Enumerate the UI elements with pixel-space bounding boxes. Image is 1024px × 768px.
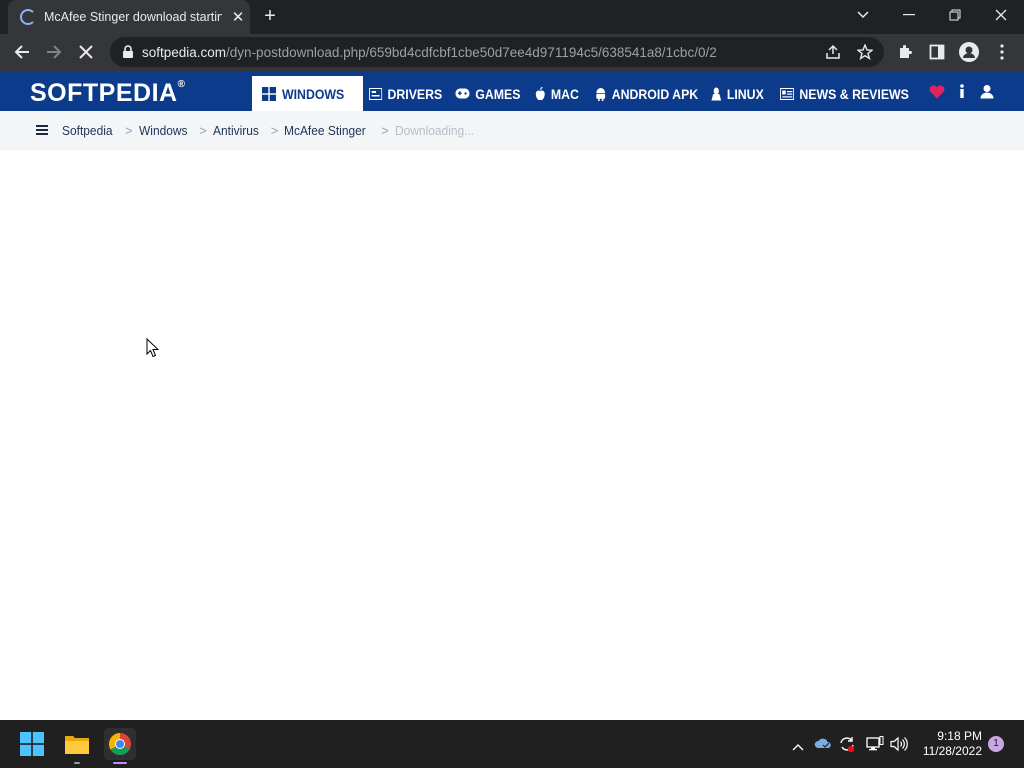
side-panel-icon[interactable] [922, 37, 952, 67]
onedrive-cloud-icon[interactable] [814, 736, 832, 755]
clock-time: 9:18 PM [937, 729, 982, 743]
breadcrumb-mcafee-stinger[interactable]: McAfee Stinger [284, 123, 366, 138]
nav-news-reviews[interactable]: NEWS & REVIEWS [780, 76, 909, 111]
linux-icon [711, 87, 722, 100]
chrome-taskbar-icon[interactable] [104, 728, 136, 760]
nav-news-reviews-label: NEWS & REVIEWS [799, 85, 909, 102]
nav-windows[interactable]: WINDOWS [252, 76, 363, 111]
menu-kebab-icon[interactable] [987, 37, 1017, 67]
close-window-button[interactable] [978, 0, 1024, 30]
breadcrumb: Softpedia > Windows > Antivirus > McAfee… [62, 123, 481, 138]
hamburger-menu-icon[interactable] [36, 125, 48, 135]
loading-spinner-icon [20, 9, 36, 25]
forward-arrow-icon[interactable] [39, 37, 69, 67]
mouse-cursor-icon [146, 338, 160, 358]
restore-button[interactable] [932, 0, 978, 30]
nav-mac-label: MAC [550, 85, 579, 102]
stop-loading-icon[interactable] [71, 37, 101, 67]
lock-icon[interactable] [122, 45, 134, 59]
extensions-puzzle-icon[interactable] [890, 37, 920, 67]
nav-windows-label: WINDOWS [282, 85, 345, 102]
info-icon[interactable] [958, 84, 966, 104]
nav-mac[interactable]: MAC [535, 76, 579, 111]
tab-title: McAfee Stinger download startin [44, 10, 222, 24]
breadcrumb-windows[interactable]: Windows [139, 123, 188, 138]
windows-icon [262, 86, 276, 101]
profile-avatar-icon[interactable] [954, 37, 984, 67]
breadcrumb-separator: > [124, 123, 133, 138]
apple-icon [535, 86, 545, 100]
bookmark-star-icon[interactable] [850, 37, 880, 67]
minimize-button[interactable] [886, 0, 932, 30]
nav-linux[interactable]: LINUX [711, 76, 764, 111]
nav-android-apk[interactable]: ANDROID APK [595, 76, 698, 111]
android-icon [596, 87, 606, 101]
volume-speaker-icon[interactable] [890, 736, 908, 757]
breadcrumb-antivirus[interactable]: Antivirus [213, 123, 259, 138]
tray-chevron-up-icon[interactable] [792, 738, 804, 756]
notification-badge[interactable]: 1 [988, 736, 1004, 752]
softpedia-logo[interactable]: SOFTPEDIA® [30, 79, 185, 108]
back-arrow-icon[interactable] [7, 37, 37, 67]
logo-text: SOFTPEDIA [30, 79, 178, 107]
sync-status-icon[interactable] [838, 735, 856, 758]
drivers-icon [369, 87, 383, 100]
nav-android-apk-label: ANDROID APK [611, 85, 699, 102]
breadcrumb-separator: > [199, 123, 207, 138]
nav-games[interactable]: GAMES [455, 76, 520, 111]
nav-games-label: GAMES [475, 85, 521, 102]
breadcrumb-separator: > [270, 123, 279, 138]
url-host: softpedia.com [142, 44, 227, 60]
file-explorer-icon[interactable] [61, 728, 93, 760]
explorer-running-indicator [74, 762, 80, 764]
logo-registered-mark: ® [177, 79, 186, 90]
nav-drivers[interactable]: DRIVERS [369, 76, 442, 111]
network-monitor-icon[interactable] [866, 736, 884, 757]
nav-drivers-label: DRIVERS [387, 85, 443, 102]
new-tab-button[interactable]: + [258, 4, 282, 28]
breadcrumb-softpedia[interactable]: Softpedia [62, 123, 113, 138]
start-windows-icon[interactable] [16, 728, 48, 760]
news-icon [780, 87, 795, 100]
nav-linux-label: LINUX [726, 85, 764, 102]
browser-tab[interactable]: McAfee Stinger download startin ✕ [8, 0, 250, 34]
address-bar[interactable]: softpedia.com/dyn-postdownload.php/659bd… [110, 37, 884, 67]
system-clock[interactable]: 9:18 PM 11/28/2022 [914, 729, 982, 759]
page-content [0, 150, 1024, 720]
share-icon[interactable] [818, 37, 848, 67]
tab-close-icon[interactable]: ✕ [228, 8, 248, 26]
gamepad-icon [455, 88, 470, 99]
tab-search-chevron-icon[interactable] [840, 0, 886, 30]
url-text: softpedia.com/dyn-postdownload.php/659bd… [142, 45, 717, 60]
breadcrumb-downloading: Downloading... [394, 123, 474, 138]
url-path: /dyn-postdownload.php/659bd4cdfcbf1cbe50… [226, 44, 717, 60]
clock-date: 11/28/2022 [922, 744, 982, 758]
breadcrumb-separator: > [381, 123, 389, 138]
favorites-heart-icon[interactable] [929, 85, 945, 104]
user-account-icon[interactable] [980, 84, 994, 104]
chrome-active-indicator [113, 762, 127, 764]
